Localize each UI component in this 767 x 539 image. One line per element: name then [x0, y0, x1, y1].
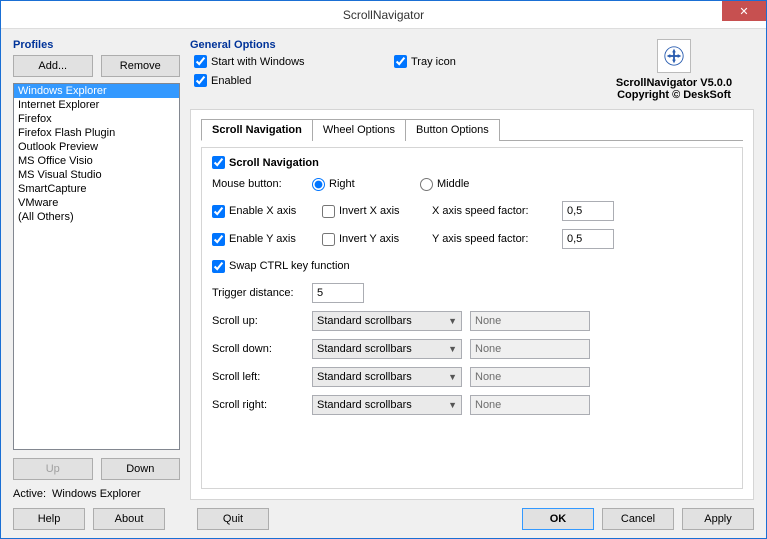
cancel-button[interactable]: Cancel — [602, 508, 674, 530]
help-button[interactable]: Help — [13, 508, 85, 530]
list-item[interactable]: Firefox — [14, 112, 179, 126]
scroll-down-combo[interactable]: Standard scrollbars ▼ — [312, 339, 462, 359]
invert-x-input[interactable] — [322, 205, 335, 218]
scroll-left-extra — [470, 367, 590, 387]
scroll-right-combo[interactable]: Standard scrollbars ▼ — [312, 395, 462, 415]
list-item[interactable]: (All Others) — [14, 210, 179, 224]
apply-button[interactable]: Apply — [682, 508, 754, 530]
start-with-windows-input[interactable] — [194, 55, 207, 68]
about-version: ScrollNavigator V5.0.0 — [594, 77, 754, 89]
enable-x-checkbox[interactable]: Enable X axis — [212, 205, 322, 218]
scroll-navigation-title: Scroll Navigation — [229, 157, 319, 169]
general-options: General Options Start with Windows Tray … — [190, 39, 594, 87]
scroll-up-label: Scroll up: — [212, 315, 304, 327]
chevron-down-icon: ▼ — [448, 344, 457, 354]
general-title: General Options — [190, 39, 594, 51]
active-value: Windows Explorer — [52, 488, 141, 500]
close-icon: ✕ — [739, 5, 748, 18]
window-body: Profiles Add... Remove Windows ExplorerI… — [1, 29, 766, 538]
trigger-distance-label: Trigger distance: — [212, 287, 304, 299]
list-item[interactable]: Windows Explorer — [14, 84, 179, 98]
mouse-button-right-input[interactable] — [312, 178, 325, 191]
list-item[interactable]: SmartCapture — [14, 182, 179, 196]
titlebar: ScrollNavigator ✕ — [1, 1, 766, 29]
enabled-input[interactable] — [194, 74, 207, 87]
scroll-left-combo[interactable]: Standard scrollbars ▼ — [312, 367, 462, 387]
enable-y-checkbox[interactable]: Enable Y axis — [212, 233, 322, 246]
bottom-button-row: Help About Quit OK Cancel Apply — [13, 508, 754, 530]
main-row: Profiles Add... Remove Windows ExplorerI… — [13, 39, 754, 500]
scroll-navigation-enable-checkbox[interactable] — [212, 156, 225, 169]
tray-icon-checkbox[interactable]: Tray icon — [394, 55, 594, 68]
tray-icon-input[interactable] — [394, 55, 407, 68]
about-copyright: Copyright © DeskSoft — [594, 89, 754, 101]
move-down-button[interactable]: Down — [101, 458, 181, 480]
swap-ctrl-input[interactable] — [212, 260, 225, 273]
enable-x-input[interactable] — [212, 205, 225, 218]
tab-button-options[interactable]: Button Options — [405, 119, 500, 141]
scroll-right-extra — [470, 395, 590, 415]
scroll-left-label: Scroll left: — [212, 371, 304, 383]
app-window: ScrollNavigator ✕ Profiles Add... Remove… — [0, 0, 767, 539]
add-profile-button[interactable]: Add... — [13, 55, 93, 77]
about-block: ScrollNavigator V5.0.0 Copyright © DeskS… — [594, 39, 754, 101]
chevron-down-icon: ▼ — [448, 316, 457, 326]
chevron-down-icon: ▼ — [448, 372, 457, 382]
list-item[interactable]: Internet Explorer — [14, 98, 179, 112]
profiles-title: Profiles — [13, 39, 180, 51]
list-item[interactable]: VMware — [14, 196, 179, 210]
list-item[interactable]: Outlook Preview — [14, 140, 179, 154]
y-speed-label: Y axis speed factor: — [432, 233, 562, 245]
list-item[interactable]: MS Visual Studio — [14, 168, 179, 182]
y-speed-input[interactable] — [562, 229, 614, 249]
invert-y-input[interactable] — [322, 233, 335, 246]
mouse-button-label: Mouse button: — [212, 178, 304, 190]
mouse-button-middle-input[interactable] — [420, 178, 433, 191]
invert-y-checkbox[interactable]: Invert Y axis — [322, 233, 432, 246]
close-button[interactable]: ✕ — [722, 1, 766, 21]
active-label: Active: — [13, 488, 46, 500]
chevron-down-icon: ▼ — [448, 400, 457, 410]
profiles-listbox[interactable]: Windows ExplorerInternet ExplorerFirefox… — [13, 83, 180, 450]
trigger-distance-input[interactable] — [312, 283, 364, 303]
scroll-down-extra — [470, 339, 590, 359]
profiles-panel: Profiles Add... Remove Windows ExplorerI… — [13, 39, 180, 500]
mouse-button-right-radio[interactable]: Right — [312, 178, 412, 191]
general-row: General Options Start with Windows Tray … — [190, 39, 754, 101]
invert-x-checkbox[interactable]: Invert X axis — [322, 205, 432, 218]
mouse-button-middle-radio[interactable]: Middle — [420, 178, 469, 191]
enable-y-input[interactable] — [212, 233, 225, 246]
tab-wheel-options[interactable]: Wheel Options — [312, 119, 406, 141]
scroll-navigation-panel: Scroll Navigation Mouse button: Right Mi… — [201, 147, 743, 489]
enabled-checkbox[interactable]: Enabled — [194, 74, 394, 87]
tab-scroll-navigation[interactable]: Scroll Navigation — [201, 119, 313, 141]
move-up-button[interactable]: Up — [13, 458, 93, 480]
tab-bar: Scroll Navigation Wheel Options Button O… — [201, 118, 743, 141]
app-icon — [657, 39, 691, 73]
remove-profile-button[interactable]: Remove — [101, 55, 181, 77]
x-speed-input[interactable] — [562, 201, 614, 221]
quit-button[interactable]: Quit — [197, 508, 269, 530]
about-button[interactable]: About — [93, 508, 165, 530]
scroll-up-extra — [470, 311, 590, 331]
x-speed-label: X axis speed factor: — [432, 205, 562, 217]
scroll-right-label: Scroll right: — [212, 399, 304, 411]
scroll-down-label: Scroll down: — [212, 343, 304, 355]
window-title: ScrollNavigator — [1, 8, 766, 22]
scroll-up-combo[interactable]: Standard scrollbars ▼ — [312, 311, 462, 331]
right-column: General Options Start with Windows Tray … — [190, 39, 754, 500]
ok-button[interactable]: OK — [522, 508, 594, 530]
options-fieldset: Scroll Navigation Wheel Options Button O… — [190, 109, 754, 500]
list-item[interactable]: MS Office Visio — [14, 154, 179, 168]
list-item[interactable]: Firefox Flash Plugin — [14, 126, 179, 140]
start-with-windows-checkbox[interactable]: Start with Windows — [194, 55, 394, 68]
swap-ctrl-checkbox[interactable]: Swap CTRL key function — [212, 260, 350, 273]
